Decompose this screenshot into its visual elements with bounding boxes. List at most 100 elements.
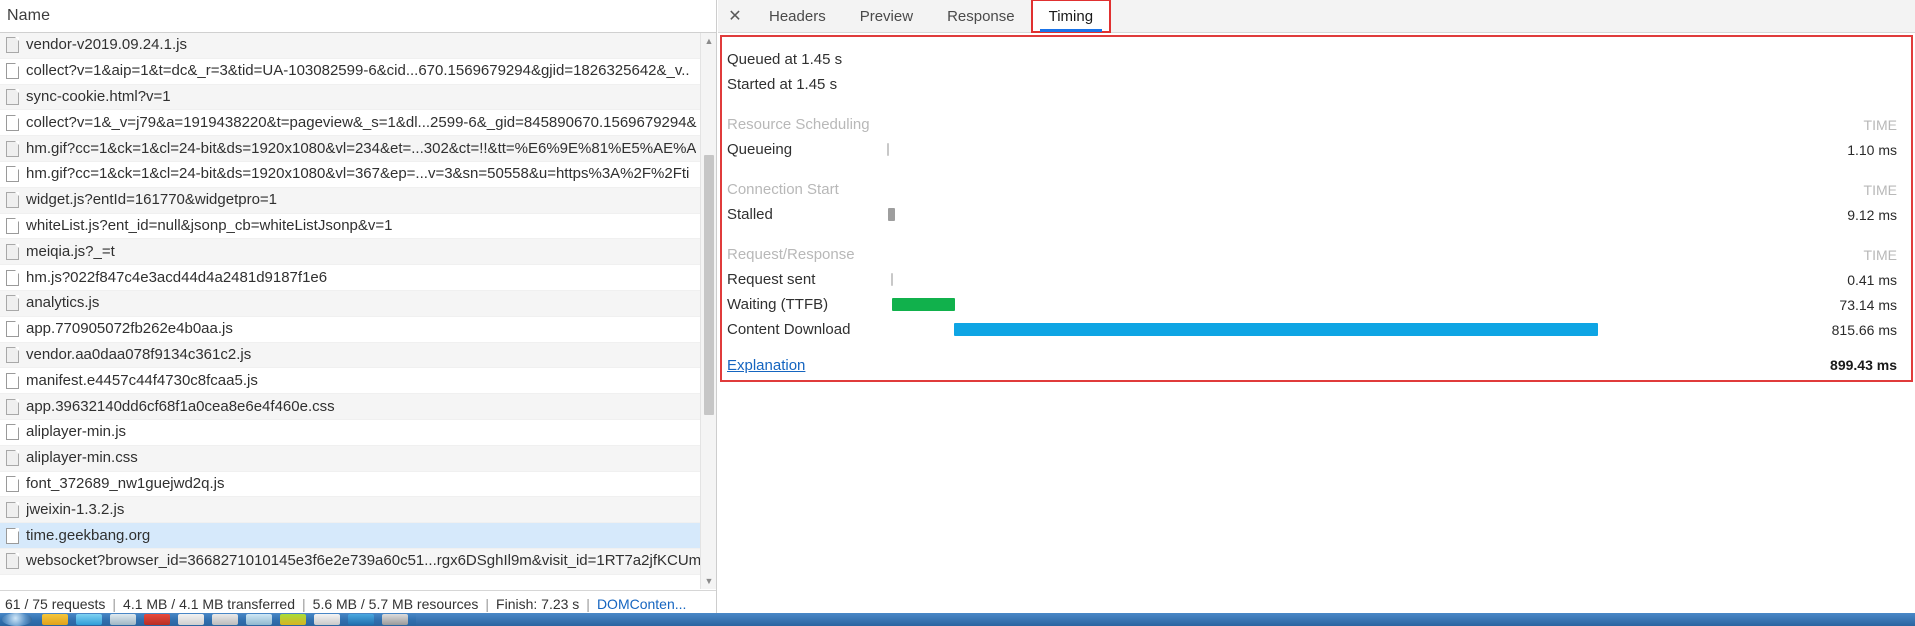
timing-started-at-label: Started at 1.45 s [727,76,838,93]
taskbar-icon-explorer[interactable] [42,614,68,625]
timing-time-column-header: TIME [1863,246,1897,263]
timing-phase-bar [890,273,893,286]
request-row[interactable]: meiqia.js?_=t [0,239,716,266]
timing-phase-value: 0.41 ms [1847,271,1897,288]
taskbar-icon-app7[interactable] [246,614,272,625]
request-row-name: hm.js?022f847c4e3acd44d4a2481d9187f1e6 [26,269,328,286]
status-domcontentloaded[interactable]: DOMConten... [597,596,686,612]
request-row[interactable]: collect?v=1&aip=1&t=dc&_r=3&tid=UA-10308… [0,58,716,85]
request-row-name: vendor.aa0daa078f9134c361c2.js [26,346,252,363]
request-row-name: manifest.e4457c44f4730c8fcaa5.js [26,372,258,389]
request-row-name: sync-cookie.html?v=1 [26,88,171,105]
timing-phase-value: 815.66 ms [1831,321,1897,338]
timing-breakdown-panel: Queued at 1.45 s Started at 1.45 s Resou… [720,35,1913,382]
taskbar-icon-browser[interactable] [76,614,102,625]
timing-queued-at-label: Queued at 1.45 s [727,51,843,68]
taskbar-icon-app11[interactable] [382,614,408,625]
request-row[interactable]: aliplayer-min.js [0,419,716,446]
timing-queued-at-row: Queued at 1.45 s [722,47,1911,72]
close-icon[interactable]: ✕ [718,0,752,32]
column-header-name: Name [7,7,51,24]
request-row[interactable]: hm.js?022f847c4e3acd44d4a2481d9187f1e6 [0,265,716,291]
request-row[interactable]: manifest.e4457c44f4730c8fcaa5.js [0,368,716,395]
status-resources: 5.6 MB / 5.7 MB resources [312,595,479,612]
scroll-down-arrow[interactable]: ▼ [701,573,716,589]
request-row[interactable]: collect?v=1&_v=j79&a=1919438220&t=pagevi… [0,110,716,137]
request-row-name: font_372689_nw1guejwd2q.js [26,475,225,492]
status-requests: 61 / 75 requests [5,595,106,612]
request-row[interactable]: app.770905072fb262e4b0aa.js [0,316,716,343]
taskbar-icon-chrome[interactable] [110,614,136,625]
tab-label: Response [947,7,1015,25]
request-row[interactable]: sync-cookie.html?v=1 [0,84,716,111]
request-row-name: analytics.js [26,295,100,312]
timing-phase-track [722,267,1911,292]
tab-response[interactable]: Response [930,0,1032,32]
timing-section-spacer [722,97,1911,112]
explanation-link[interactable]: Explanation [727,357,805,374]
scrollbar-thumb[interactable] [704,155,714,415]
request-row[interactable]: vendor-v2019.09.24.1.js [0,33,716,59]
tab-timing[interactable]: Timing [1030,0,1112,33]
scroll-up-arrow[interactable]: ▲ [701,33,716,49]
request-row-name: aliplayer-min.css [26,450,138,467]
timing-phase-row: Waiting (TTFB) 73.14 ms [722,292,1911,317]
timing-phase-value: 1.10 ms [1847,141,1897,158]
taskbar-icon-media[interactable] [144,614,170,625]
document-icon [6,346,19,363]
tab-preview[interactable]: Preview [843,0,930,32]
document-icon [6,140,19,157]
request-row[interactable]: hm.gif?cc=1&ck=1&cl=24-bit&ds=1920x1080&… [0,136,716,162]
timing-phase-value: 9.12 ms [1847,206,1897,223]
request-row-name: meiqia.js?_=t [26,243,115,260]
request-row[interactable]: vendor.aa0daa078f9134c361c2.js [0,342,716,369]
taskbar-icon-app8[interactable] [280,614,306,625]
tab-headers[interactable]: Headers [752,0,843,32]
request-row[interactable]: analytics.js [0,290,716,317]
taskbar-empty-area [416,613,1915,626]
taskbar-icon-editor[interactable] [212,614,238,625]
timing-phase-row: Queueing 1.10 ms [722,137,1911,162]
request-row-name: app.770905072fb262e4b0aa.js [26,321,233,338]
document-icon [6,527,19,544]
document-icon [6,166,19,183]
document-icon [6,553,19,570]
request-row-name: jweixin-1.3.2.js [26,501,125,518]
request-row-name: websocket?browser_id=3668271010145e3f6e2… [26,553,716,570]
timing-phase-row: Stalled 9.12 ms [722,202,1911,227]
request-row[interactable]: websocket?browser_id=3668271010145e3f6e2… [0,548,716,575]
request-list-header: Name [0,0,716,33]
document-icon [6,295,19,312]
request-row-name: collect?v=1&_v=j79&a=1919438220&t=pagevi… [26,114,697,131]
request-list-scroll-area[interactable]: vendor-v2019.09.24.1.js collect?v=1&aip=1… [0,33,716,589]
timing-time-column-header: TIME [1863,181,1897,198]
taskbar-icon-chat[interactable] [178,614,204,625]
document-icon [6,114,19,131]
request-row[interactable]: app.39632140dd6cf68f1a0cea8e6e4f460e.css [0,394,716,420]
timing-section-header: Connection Start TIME [722,177,1911,202]
document-icon [6,450,19,467]
request-row[interactable]: time.geekbang.org [0,523,716,549]
timing-started-at-row: Started at 1.45 s [722,72,1911,97]
request-row-name: app.39632140dd6cf68f1a0cea8e6e4f460e.css [26,398,335,415]
request-row[interactable]: hm.gif?cc=1&ck=1&cl=24-bit&ds=1920x1080&… [0,161,716,188]
taskbar-icon-app10[interactable] [348,614,374,625]
tabs-container: Headers Preview Response Timing [752,0,1112,33]
taskbar-icon-app9[interactable] [314,614,340,625]
document-icon [6,192,19,209]
request-list-scrollbar[interactable]: ▲ ▼ [700,33,716,589]
timing-total-value: 899.43 ms [1830,357,1897,373]
timing-phase-row: Request sent 0.41 ms [722,267,1911,292]
status-separator-3: | [485,595,490,612]
request-row-name: whiteList.js?ent_id=null&jsonp_cb=whiteL… [26,217,393,234]
request-row[interactable]: aliplayer-min.css [0,445,716,472]
request-row[interactable]: jweixin-1.3.2.js [0,497,716,524]
timing-phase-bar [953,323,1599,336]
request-row-name: hm.gif?cc=1&ck=1&cl=24-bit&ds=1920x1080&… [26,166,690,183]
request-row[interactable]: font_372689_nw1guejwd2q.js [0,471,716,498]
request-row[interactable]: widget.js?entId=161770&widgetpro=1 [0,187,716,214]
timing-section-title: Request/Response [727,246,855,263]
start-button-icon[interactable] [2,613,32,626]
request-row[interactable]: whiteList.js?ent_id=null&jsonp_cb=whiteL… [0,213,716,240]
os-taskbar[interactable] [0,613,1915,626]
